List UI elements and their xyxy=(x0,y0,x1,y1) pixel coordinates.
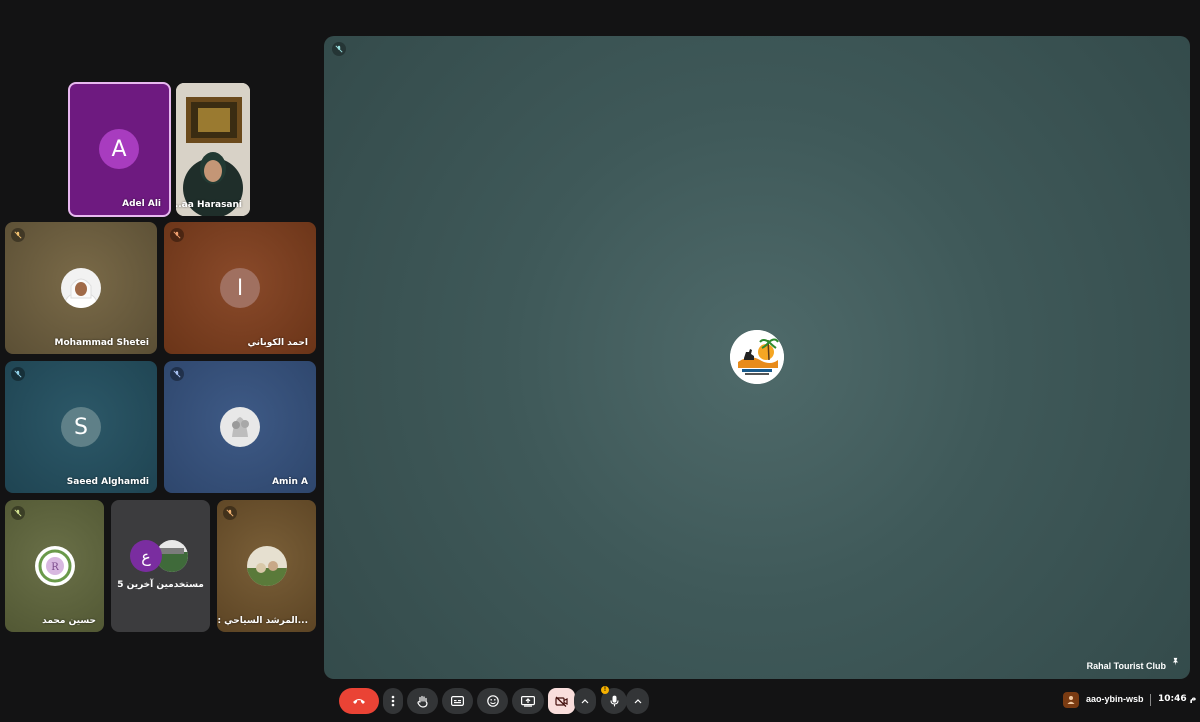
participant-tile-saeed-alghamdi[interactable]: S Saeed Alghamdi xyxy=(5,361,157,493)
camera-toggle-button[interactable] xyxy=(548,688,575,714)
present-screen-button[interactable] xyxy=(512,688,544,714)
raise-hand-icon xyxy=(416,695,428,708)
participant-tile-amin-a[interactable]: Amin A xyxy=(164,361,316,493)
warning-icon: ! xyxy=(601,686,609,694)
participant-tile-guide[interactable]: المرشد السياحي : عبدالمحـ... xyxy=(217,500,316,632)
mic-off-icon xyxy=(332,42,346,56)
more-options-button[interactable] xyxy=(383,688,403,714)
others-count-label: 5 مستخدمين آخرين xyxy=(117,580,204,590)
emoji-icon xyxy=(486,695,499,707)
avatar: R xyxy=(35,546,75,586)
participant-name: Mohammad Shetei xyxy=(54,338,149,348)
chevron-up-icon xyxy=(581,698,589,703)
mic-off-icon xyxy=(11,506,25,520)
participant-name: احمد الكوباني xyxy=(247,338,308,348)
captions-icon xyxy=(451,696,464,706)
clock: 10:46 م xyxy=(1158,694,1197,704)
participant-tile-adel-ali[interactable]: A Adel Ali xyxy=(68,82,171,217)
participant-tile-hassan[interactable]: R حسين محمد xyxy=(5,500,104,632)
participant-name: ...aa Harasani xyxy=(176,200,242,210)
club-logo xyxy=(730,330,784,384)
participant-name: المرشد السياحي : عبدالمحـ... xyxy=(217,616,308,626)
avatar: A xyxy=(99,129,139,169)
avatar xyxy=(247,546,287,586)
main-stage[interactable]: Rahal Tourist Club xyxy=(324,36,1190,679)
captions-button[interactable] xyxy=(442,688,473,714)
avatar-other-1: ع xyxy=(130,540,162,572)
participant-name: Saeed Alghamdi xyxy=(66,477,149,487)
emoji-reaction-button[interactable] xyxy=(477,688,508,714)
avatar xyxy=(61,268,101,308)
hangup-icon xyxy=(353,699,365,704)
audio-options-button[interactable] xyxy=(626,688,649,714)
mic-icon xyxy=(609,695,619,707)
mic-off-icon xyxy=(11,367,25,381)
participant-name: Adel Ali xyxy=(122,199,161,209)
more-vert-icon xyxy=(391,695,395,707)
meet-window: A Adel Ali ...aa Harasani Mohammad Shete… xyxy=(0,0,1200,722)
participant-tile-others[interactable]: ع 5 مستخدمين آخرين xyxy=(111,500,210,632)
host-icon[interactable] xyxy=(1063,692,1079,708)
mic-off-icon xyxy=(170,367,184,381)
participant-name: حسين محمد xyxy=(42,616,96,626)
video-feed xyxy=(176,83,250,216)
camera-options-button[interactable] xyxy=(574,688,596,714)
divider xyxy=(1150,694,1151,706)
participant-tile-harasani[interactable]: ...aa Harasani xyxy=(176,83,250,216)
participant-name: Amin A xyxy=(272,477,308,487)
participant-tile-ahmad[interactable]: ا احمد الكوباني xyxy=(164,222,316,354)
meeting-code: aao-ybin-wsb xyxy=(1086,694,1144,704)
pin-icon[interactable] xyxy=(1171,653,1180,671)
raise-hand-button[interactable] xyxy=(407,688,438,714)
svg-text:R: R xyxy=(51,562,59,573)
avatar: S xyxy=(61,407,101,447)
mic-off-icon xyxy=(170,228,184,242)
hangup-button[interactable] xyxy=(339,688,379,714)
stage-participant-name: Rahal Tourist Club xyxy=(1086,661,1166,671)
present-icon xyxy=(521,695,535,707)
avatar: ا xyxy=(220,268,260,308)
camera-off-icon xyxy=(555,696,568,707)
mic-off-icon xyxy=(223,506,237,520)
participant-tile-mohammad-shetei[interactable]: Mohammad Shetei xyxy=(5,222,157,354)
chevron-up-icon xyxy=(634,698,641,703)
avatar xyxy=(220,407,260,447)
mic-off-icon xyxy=(11,228,25,242)
